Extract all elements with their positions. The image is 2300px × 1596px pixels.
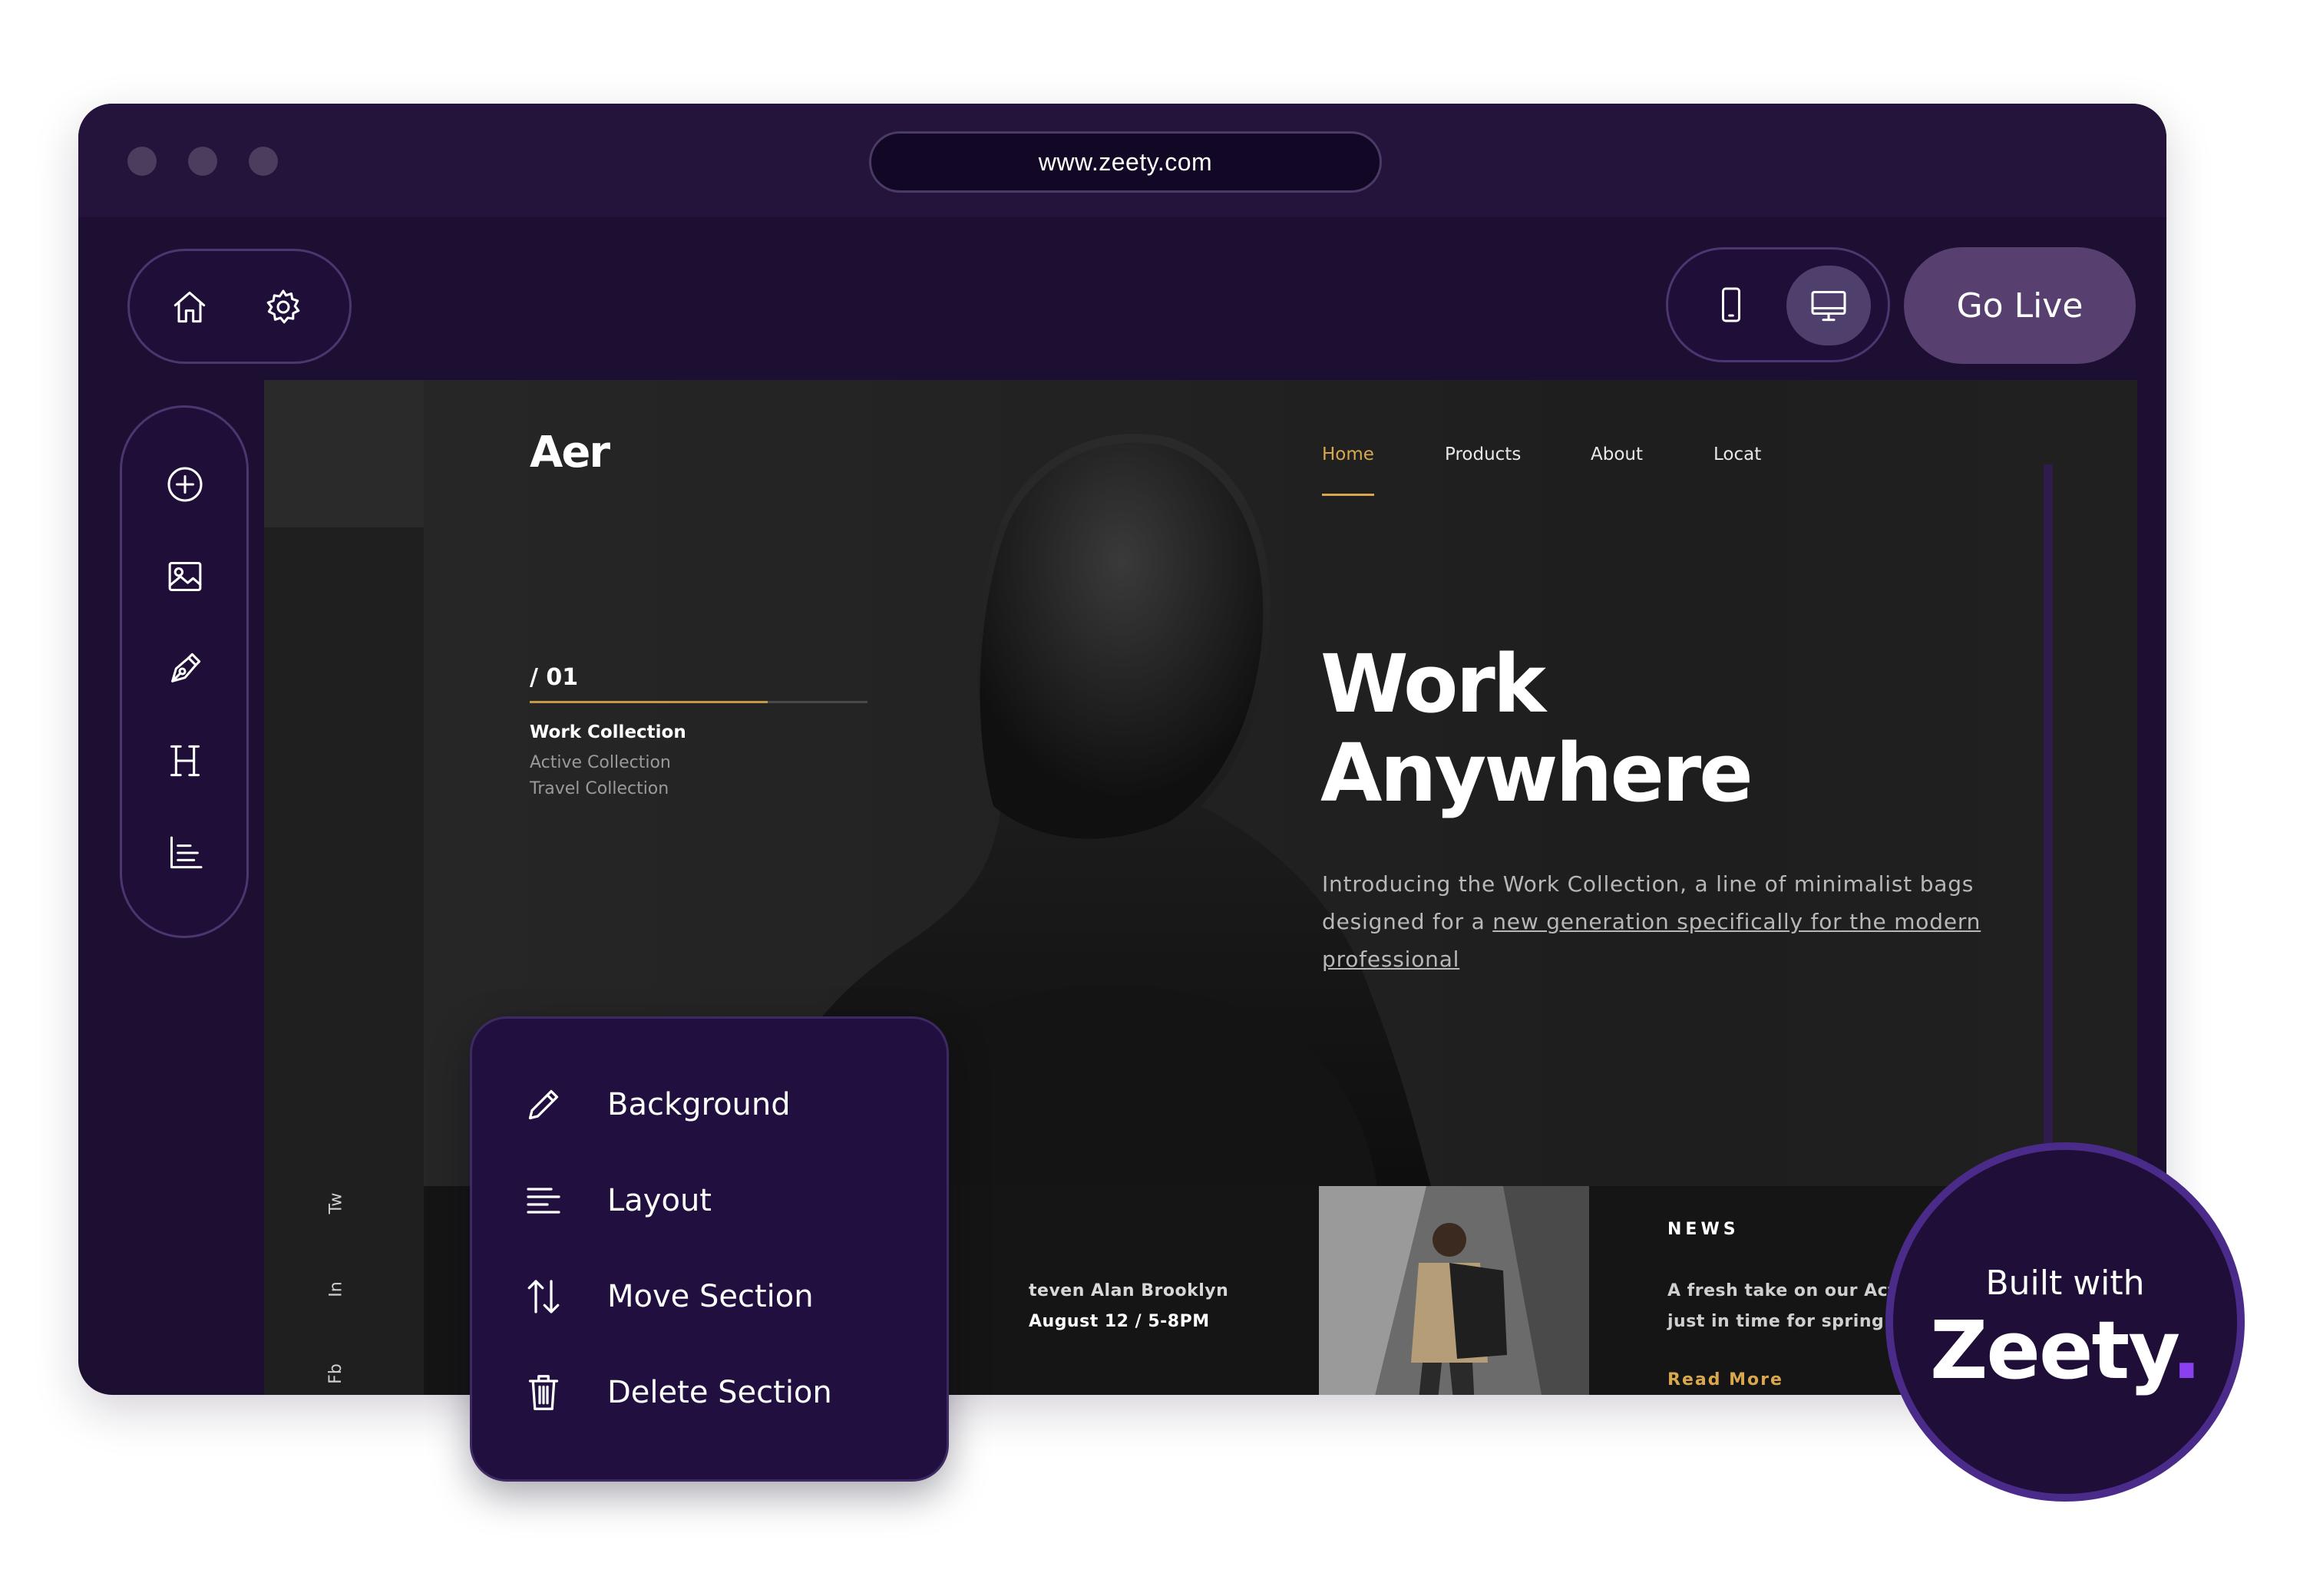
slide-progress-fill bbox=[530, 701, 768, 703]
url-bar[interactable]: www.zeety.com bbox=[869, 131, 1382, 193]
event-location: teven Alan Brooklyn bbox=[1029, 1281, 1229, 1300]
nav-link-home[interactable]: Home bbox=[1322, 444, 1374, 464]
menu-item-move-section[interactable]: Move Section bbox=[518, 1258, 917, 1335]
menu-item-delete-section-label: Delete Section bbox=[607, 1375, 832, 1410]
menu-item-background-label: Background bbox=[607, 1087, 791, 1122]
window-maximize-dot[interactable] bbox=[249, 147, 278, 176]
social-link-facebook[interactable]: Fb bbox=[326, 1363, 345, 1384]
hero-title-line2: Anywhere bbox=[1320, 726, 1753, 820]
section-context-menu: Background Layout Move Section Delete Se… bbox=[470, 1016, 949, 1482]
built-with-zeety-badge[interactable]: Built with Zeety. bbox=[1885, 1142, 2245, 1502]
badge-zeety-wordmark: Zeety. bbox=[1893, 1304, 2237, 1397]
top-left-toolbar bbox=[127, 249, 352, 364]
nav-link-products[interactable]: Products bbox=[1445, 444, 1521, 464]
collection-link-travel[interactable]: Travel Collection bbox=[530, 779, 669, 798]
heading-icon[interactable] bbox=[160, 736, 210, 785]
go-live-button[interactable]: Go Live bbox=[1904, 247, 2136, 364]
event-date: August 12 / 5-8PM bbox=[1029, 1312, 1210, 1331]
man-with-backpack-image bbox=[1319, 1186, 1589, 1395]
image-icon[interactable] bbox=[160, 552, 210, 601]
menu-item-delete-section[interactable]: Delete Section bbox=[518, 1354, 917, 1431]
desktop-icon[interactable] bbox=[1804, 281, 1853, 330]
home-icon[interactable] bbox=[167, 284, 213, 330]
window-close-dot[interactable] bbox=[127, 147, 157, 176]
trash-icon bbox=[518, 1367, 569, 1418]
nav-link-locations[interactable]: Locat bbox=[1713, 444, 1761, 464]
add-circle-icon[interactable] bbox=[160, 460, 210, 509]
menu-item-background[interactable]: Background bbox=[518, 1066, 917, 1143]
chart-icon[interactable] bbox=[160, 828, 210, 877]
collection-link-active[interactable]: Active Collection bbox=[530, 753, 671, 772]
news-photo[interactable] bbox=[1319, 1186, 1589, 1395]
social-link-linkedin[interactable]: In bbox=[327, 1281, 346, 1297]
badge-built-with-text: Built with bbox=[1985, 1264, 2145, 1303]
news-heading: NEWS bbox=[1667, 1220, 1740, 1239]
nav-link-about[interactable]: About bbox=[1591, 444, 1643, 464]
read-more-link[interactable]: Read More bbox=[1667, 1370, 1783, 1389]
pencil-icon bbox=[518, 1079, 569, 1130]
browser-titlebar: www.zeety.com bbox=[78, 104, 2166, 217]
badge-zeety-text: Zeety bbox=[1930, 1304, 2173, 1397]
menu-item-move-section-label: Move Section bbox=[607, 1279, 814, 1314]
collection-link-work[interactable]: Work Collection bbox=[530, 722, 686, 742]
hero-description: Introducing the Work Collection, a line … bbox=[1322, 865, 1982, 978]
move-up-down-icon bbox=[518, 1271, 569, 1322]
window-minimize-dot[interactable] bbox=[188, 147, 217, 176]
site-logo[interactable]: Aer bbox=[530, 428, 610, 477]
menu-item-layout[interactable]: Layout bbox=[518, 1162, 917, 1239]
mobile-icon[interactable] bbox=[1709, 283, 1753, 327]
hero-title-line1: Work bbox=[1320, 637, 1546, 731]
nav-active-underline bbox=[1322, 494, 1374, 496]
left-strip bbox=[264, 380, 424, 1395]
menu-item-layout-label: Layout bbox=[607, 1183, 712, 1218]
left-tools-toolbar bbox=[120, 405, 249, 938]
gear-icon[interactable] bbox=[260, 284, 306, 330]
slide-number: / 01 bbox=[530, 664, 579, 691]
align-left-icon bbox=[518, 1175, 569, 1226]
badge-zeety-dot: . bbox=[2171, 1304, 2201, 1397]
pen-tool-icon[interactable] bbox=[160, 644, 210, 693]
social-link-twitter[interactable]: Tw bbox=[326, 1193, 345, 1214]
left-strip-top bbox=[264, 380, 424, 527]
